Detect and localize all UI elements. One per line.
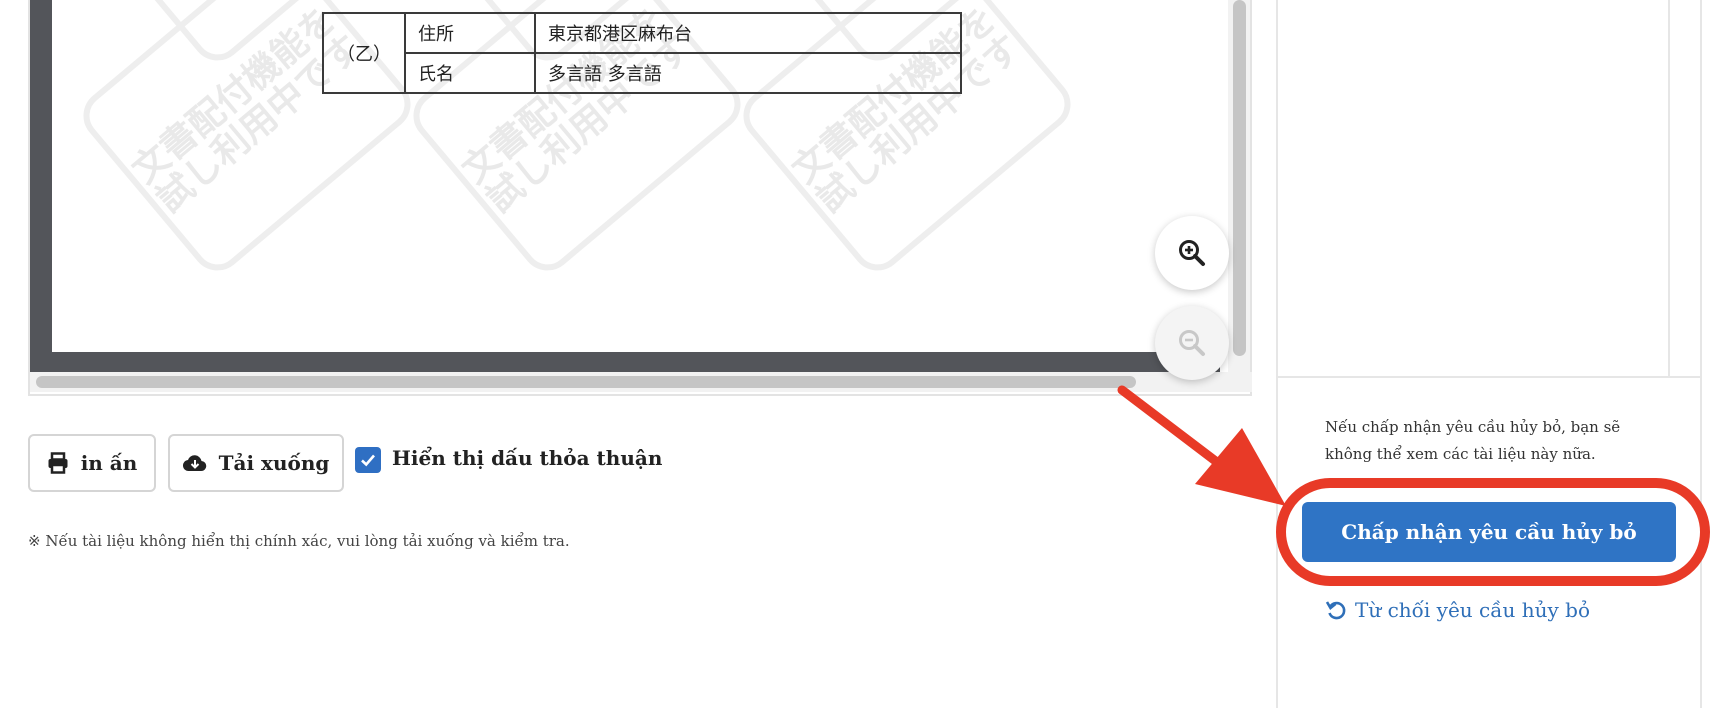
table-cell: 多言語 多言語 — [534, 52, 962, 94]
undo-icon — [1325, 601, 1346, 620]
table-row: 氏名 多言語 多言語 — [323, 52, 962, 94]
download-note: ※ Nếu tài liệu không hiển thị chính xác,… — [28, 532, 570, 550]
print-label: in ấn — [80, 451, 138, 475]
pointer-arrow-icon — [1117, 385, 1286, 506]
panel-border — [1700, 0, 1702, 708]
show-stamp-checkbox[interactable] — [355, 447, 381, 473]
panel-border — [1276, 0, 1278, 708]
horizontal-scrollbar-thumb[interactable] — [36, 376, 1136, 388]
table-cell: 東京都港区麻布台 — [534, 12, 962, 54]
vertical-scrollbar-thumb[interactable] — [1233, 0, 1246, 356]
party-label: （乙） — [322, 12, 406, 94]
download-button[interactable]: Tải xuống — [168, 434, 344, 492]
reject-cancellation-link[interactable]: Từ chối yêu cầu hủy bỏ — [1325, 598, 1590, 622]
print-button[interactable]: in ấn — [28, 434, 156, 492]
cloud-download-icon — [182, 455, 206, 472]
panel-divider — [1276, 376, 1702, 378]
document-page: 文書配付機能を 試し利用中です 文書配付機能を 試し利用中です 文書配付機能を … — [52, 0, 1222, 352]
panel-scrollbar — [1668, 0, 1670, 376]
cancel-warning-message: Nếu chấp nhận yêu cầu hủy bỏ, bạn sẽ khô… — [1325, 418, 1621, 463]
highlight-ring — [1276, 478, 1710, 586]
zoom-out-icon — [1179, 330, 1205, 356]
table-row: （乙） 住所 東京都港区麻布台 — [322, 12, 962, 94]
reject-label: Từ chối yêu cầu hủy bỏ — [1355, 598, 1590, 622]
party-info-table: （乙） 住所 東京都港区麻布台 氏名 多言語 多言語 — [322, 12, 962, 94]
table-cell: 住所 — [404, 12, 536, 54]
show-stamp-label[interactable]: Hiển thị dấu thỏa thuận — [392, 446, 662, 470]
checkmark-icon — [361, 454, 375, 467]
table-cell: 氏名 — [404, 52, 536, 94]
download-label: Tải xuống — [218, 451, 330, 475]
zoom-out-button[interactable] — [1155, 306, 1229, 380]
zoom-in-button[interactable] — [1155, 216, 1229, 290]
zoom-in-icon — [1179, 240, 1205, 266]
page-blank-area — [52, 292, 1222, 352]
printer-icon — [48, 452, 68, 474]
